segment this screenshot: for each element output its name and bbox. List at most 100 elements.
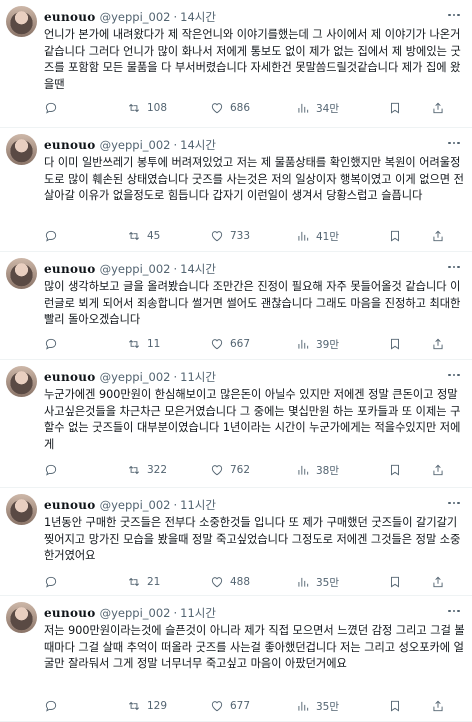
- views-button[interactable]: 34만: [296, 99, 339, 117]
- more-options-icon[interactable]: [446, 496, 462, 510]
- heart-icon: [211, 339, 223, 350]
- share-button[interactable]: [431, 335, 445, 353]
- bookmark-button[interactable]: [388, 573, 402, 591]
- user-handle[interactable]: @yeppi_002: [100, 606, 171, 620]
- views-count: 34만: [316, 102, 340, 115]
- share-button[interactable]: [431, 697, 445, 715]
- retweet-count: 45: [147, 230, 161, 242]
- like-button[interactable]: 677: [210, 697, 250, 715]
- views-button[interactable]: 35만: [296, 697, 339, 715]
- like-button[interactable]: 667: [210, 335, 250, 353]
- reply-button[interactable]: [44, 227, 58, 245]
- user-handle[interactable]: @yeppi_002: [100, 370, 171, 384]
- avatar[interactable]: [6, 134, 37, 165]
- share-icon: [433, 700, 443, 712]
- share-button[interactable]: [431, 573, 445, 591]
- retweet-count: 108: [147, 102, 168, 114]
- like-button[interactable]: 488: [210, 573, 250, 591]
- bookmark-icon: [391, 102, 399, 114]
- user-handle[interactable]: @yeppi_002: [100, 262, 171, 276]
- timestamp[interactable]: 14시간: [180, 9, 216, 25]
- bookmark-button[interactable]: [388, 461, 402, 479]
- share-button[interactable]: [431, 99, 445, 117]
- more-options-icon[interactable]: [446, 8, 462, 22]
- display-name[interactable]: eunouo: [44, 10, 96, 24]
- retweet-button[interactable]: 129: [127, 697, 167, 715]
- bookmark-icon: [391, 464, 399, 476]
- like-button[interactable]: 762: [210, 461, 250, 479]
- retweet-button[interactable]: 108: [127, 99, 167, 117]
- bookmark-icon: [391, 338, 399, 350]
- share-button[interactable]: [431, 227, 445, 245]
- separator-dot: ·: [173, 498, 178, 512]
- more-options-icon[interactable]: [446, 136, 462, 150]
- avatar[interactable]: [6, 494, 37, 525]
- display-name[interactable]: eunouo: [44, 262, 96, 276]
- tweet-3[interactable]: eunouo @yeppi_002 · 14시간 많이 생각하보고 글을 올려봤…: [0, 252, 472, 360]
- share-button[interactable]: [431, 461, 445, 479]
- retweet-icon: [129, 103, 139, 113]
- retweet-button[interactable]: 21: [127, 573, 160, 591]
- display-name[interactable]: eunouo: [44, 498, 96, 512]
- user-handle[interactable]: @yeppi_002: [100, 10, 171, 24]
- tweet-5[interactable]: eunouo @yeppi_002 · 11시간 1년동안 구매한 굿즈들은 전…: [0, 488, 472, 596]
- views-button[interactable]: 35만: [296, 573, 339, 591]
- timestamp[interactable]: 11시간: [180, 497, 216, 513]
- bookmark-button[interactable]: [388, 335, 402, 353]
- avatar[interactable]: [6, 6, 37, 37]
- bookmark-button[interactable]: [388, 227, 402, 245]
- tweet-header: eunouo @yeppi_002 · 14시간: [44, 9, 216, 25]
- display-name[interactable]: eunouo: [44, 606, 96, 620]
- tweet-text: 많이 생각하보고 글을 올려봤습니다 조만간은 진정이 필요해 자주 못들어올것…: [44, 280, 461, 326]
- bookmark-button[interactable]: [388, 99, 402, 117]
- reply-button[interactable]: [44, 573, 58, 591]
- timestamp[interactable]: 14시간: [180, 137, 216, 153]
- reply-icon: [45, 338, 57, 350]
- tweet-header: eunouo @yeppi_002 · 11시간: [44, 497, 216, 513]
- reply-button[interactable]: [44, 697, 58, 715]
- display-name[interactable]: eunouo: [44, 370, 96, 384]
- timestamp[interactable]: 14시간: [180, 261, 216, 277]
- user-handle[interactable]: @yeppi_002: [100, 138, 171, 152]
- timestamp[interactable]: 11시간: [180, 369, 216, 385]
- bookmark-button[interactable]: [388, 697, 402, 715]
- reply-button[interactable]: [44, 99, 58, 117]
- avatar[interactable]: [6, 602, 37, 633]
- retweet-button[interactable]: 322: [127, 461, 167, 479]
- reply-button[interactable]: [44, 335, 58, 353]
- tweet-actions: 21 488 35만: [44, 573, 468, 591]
- more-options-icon[interactable]: [446, 604, 462, 618]
- avatar[interactable]: [6, 258, 37, 289]
- timestamp[interactable]: 11시간: [180, 605, 216, 621]
- tweet-2[interactable]: eunouo @yeppi_002 · 14시간 다 이미 일반쓰레기 봉투에 …: [0, 128, 472, 252]
- retweet-button[interactable]: 45: [127, 227, 160, 245]
- display-name[interactable]: eunouo: [44, 138, 96, 152]
- retweet-icon: [129, 339, 139, 349]
- user-handle[interactable]: @yeppi_002: [100, 498, 171, 512]
- tweet-actions: 108 686 34만: [44, 99, 468, 117]
- views-button[interactable]: 39만: [296, 335, 339, 353]
- more-options-icon[interactable]: [446, 260, 462, 274]
- tweet-6[interactable]: eunouo @yeppi_002 · 11시간 저는 900만원이라는것에 슬…: [0, 596, 472, 722]
- share-icon: [433, 338, 443, 350]
- tweet-actions: 45 733 41만: [44, 227, 468, 245]
- tweet-text: 다 이미 일반쓰레기 봉투에 버려져있었고 저는 제 물품상태를 확인했지만 복…: [44, 156, 464, 202]
- views-count: 38만: [316, 464, 340, 477]
- heart-icon: [211, 103, 223, 114]
- views-button[interactable]: 38만: [296, 461, 339, 479]
- tweet-1[interactable]: eunouo @yeppi_002 · 14시간 언니가 본가에 내려왔다가 제…: [0, 0, 472, 128]
- retweet-count: 129: [147, 700, 168, 712]
- tweet-actions: 322 762 38만: [44, 461, 468, 479]
- retweet-count: 11: [147, 338, 161, 350]
- retweet-count: 322: [147, 464, 168, 476]
- like-button[interactable]: 686: [210, 99, 250, 117]
- tweet-text: 언니가 본가에 내려왔다가 제 작은언니와 이야기를했는데 그 사이에서 제 이…: [44, 28, 461, 91]
- like-button[interactable]: 733: [210, 227, 250, 245]
- like-count: 488: [230, 576, 251, 588]
- reply-button[interactable]: [44, 461, 58, 479]
- more-options-icon[interactable]: [446, 368, 462, 382]
- retweet-button[interactable]: 11: [127, 335, 160, 353]
- tweet-4[interactable]: eunouo @yeppi_002 · 11시간 누군가에겐 900만원이 한심…: [0, 360, 472, 488]
- avatar[interactable]: [6, 366, 37, 397]
- views-button[interactable]: 41만: [296, 227, 339, 245]
